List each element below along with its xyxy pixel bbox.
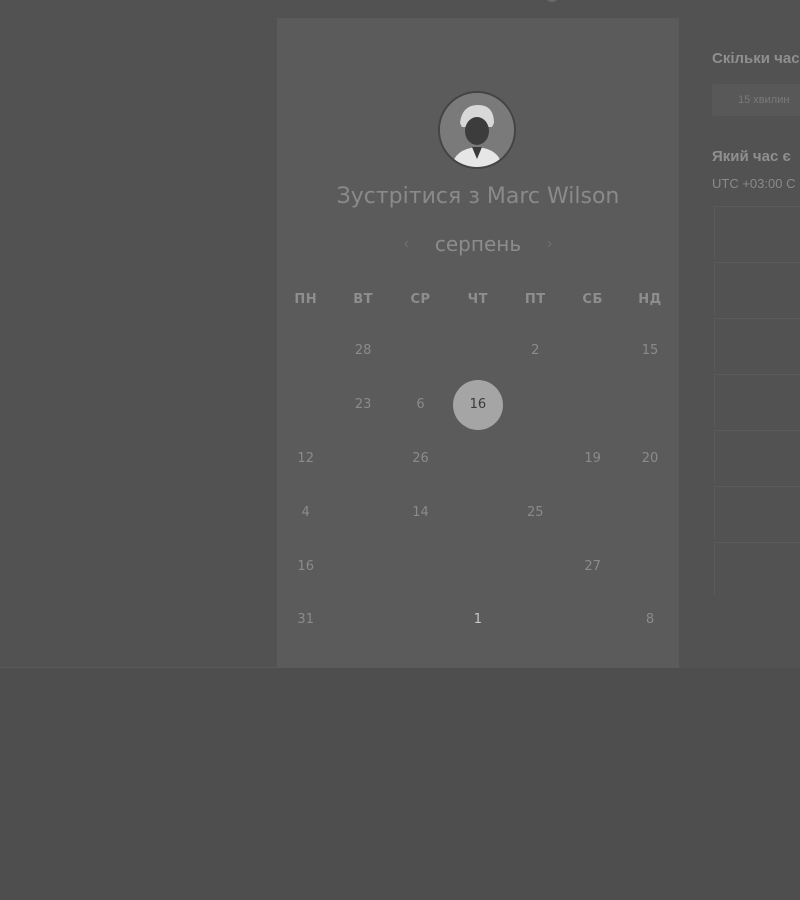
calendar-day[interactable]: 23 [334, 378, 391, 432]
calendar-day-empty [449, 324, 506, 378]
time-slot[interactable] [714, 542, 800, 595]
calendar-day-empty [507, 593, 564, 647]
time-slot[interactable] [714, 206, 800, 259]
calendar-day-empty [334, 432, 391, 486]
calendar-week: 23 6 16 [277, 378, 679, 432]
calendar-day-empty [507, 378, 564, 432]
calendar-week: 28 2 15 [277, 324, 679, 378]
calendar-day-empty [392, 539, 449, 593]
calendar-day-empty [449, 432, 506, 486]
calendar-day[interactable]: 20 [621, 432, 678, 486]
time-slot[interactable] [714, 318, 800, 371]
calendar-panel: Зустрітися з Marc Wilson ‹ серпень › ПН … [277, 18, 679, 668]
calendar-day-empty [621, 485, 678, 539]
chevron-right-icon[interactable]: › [544, 235, 556, 253]
calendar-day[interactable]: 14 [392, 485, 449, 539]
weekday-label: ВТ [353, 292, 373, 307]
avatar [438, 91, 516, 169]
calendar-day[interactable]: 2 [507, 324, 564, 378]
calendar-day[interactable]: 1 [449, 593, 506, 647]
calendar-day[interactable]: 19 [564, 432, 621, 486]
calendar-day-empty [449, 539, 506, 593]
calendar-day[interactable]: 27 [564, 539, 621, 593]
calendar-day[interactable]: 12 [277, 432, 334, 486]
calendar-day-empty [334, 539, 391, 593]
calendar-week: 4 14 25 [277, 485, 679, 539]
calendar-day-empty [564, 378, 621, 432]
calendar-day-empty [392, 593, 449, 647]
calendar-day-empty [507, 432, 564, 486]
calendar-day-empty [564, 593, 621, 647]
scheduling-page: Зустрітися з Marc Wilson ‹ серпень › ПН … [0, 0, 800, 900]
calendar-day-empty [334, 485, 391, 539]
weekday-label: ПН [294, 292, 318, 307]
calendar-day-empty [277, 378, 334, 432]
selected-day-label: 16 [469, 397, 487, 413]
calendar-week: 12 26 19 20 [277, 432, 679, 486]
calendar-day[interactable]: 28 [334, 324, 391, 378]
calendar-day-empty [564, 324, 621, 378]
timezone-label[interactable]: UTC +03:00 C [712, 176, 795, 191]
calendar-day-selected[interactable]: 16 [449, 378, 506, 432]
weekday-label: НД [638, 292, 662, 307]
calendar-day-empty [564, 485, 621, 539]
scheduler-panel: Скільки час 15 хвилин Який час є UTC +03… [679, 18, 800, 668]
calendar-day[interactable]: 26 [392, 432, 449, 486]
calendar-day[interactable]: 15 [621, 324, 678, 378]
person-avatar-icon [440, 93, 514, 167]
chevron-left-icon[interactable]: ‹ [400, 235, 412, 253]
time-slot-list [714, 206, 800, 598]
time-heading: Який час є [712, 148, 791, 165]
calendar-day[interactable]: 8 [621, 593, 678, 647]
time-slot[interactable] [714, 262, 800, 315]
meeting-title: Зустрітися з Marc Wilson [336, 184, 620, 209]
calendar-day-empty [507, 539, 564, 593]
time-slot[interactable] [714, 430, 800, 483]
weekday-label: ЧТ [467, 292, 489, 307]
time-slot[interactable] [714, 374, 800, 427]
calendar-day-empty [621, 539, 678, 593]
calendar-day[interactable]: 6 [392, 378, 449, 432]
month-navigation: ‹ серпень › [277, 232, 679, 258]
month-label: серпень [434, 232, 522, 256]
calendar-day-empty [621, 378, 678, 432]
weekday-label: СР [410, 292, 431, 307]
weekday-label: СБ [582, 292, 603, 307]
weekday-label: ПТ [524, 292, 546, 307]
calendar-grid: 28 2 15 23 6 16 12 26 19 20 4 14 25 16 2… [277, 324, 679, 647]
calendar-day[interactable]: 16 [277, 539, 334, 593]
calendar-day-empty [277, 324, 334, 378]
top-handle [545, 0, 559, 2]
calendar-day[interactable]: 4 [277, 485, 334, 539]
calendar-day-empty [449, 485, 506, 539]
calendar-day-empty [392, 324, 449, 378]
calendar-week: 16 27 [277, 539, 679, 593]
calendar-day-empty [334, 593, 391, 647]
calendar-week: 31 1 8 [277, 593, 679, 647]
calendar-day[interactable]: 31 [277, 593, 334, 647]
duration-option-button[interactable]: 15 хвилин [712, 84, 800, 116]
time-slot[interactable] [714, 486, 800, 539]
weekday-header: ПН ВТ СР ЧТ ПТ СБ НД [277, 292, 679, 307]
calendar-day[interactable]: 25 [507, 485, 564, 539]
duration-heading: Скільки час [712, 50, 800, 67]
